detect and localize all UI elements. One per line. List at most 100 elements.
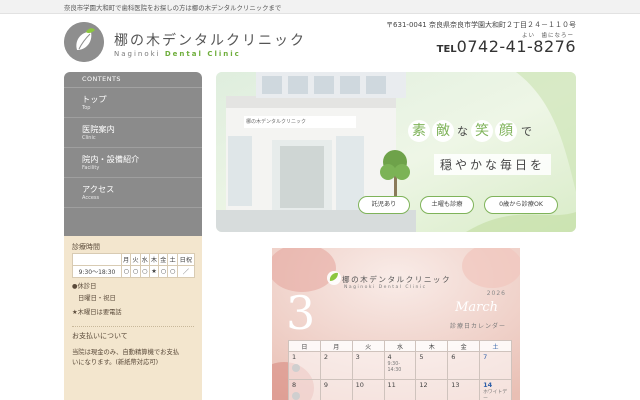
sidebar-item-access[interactable]: アクセス Access [64,178,202,208]
clinic-name-roman-1: Naginoki [114,50,161,58]
payment-title: お支払いについて [72,332,128,340]
nav-label: 院内・設備紹介 [82,154,140,164]
sidebar-item-top[interactable]: トップ Top [64,88,202,118]
site-tagline: 奈良市学園大和町で歯科医院をお探しの方は梛の木デンタルクリニックまで [64,4,282,12]
payment-text: 当院は現金のみ、自動精算機でお支払 いになります。(新紙幣対応可) [64,341,202,368]
thursday-note: ★木曜日は要電話 [72,309,122,316]
address-text: 奈良県奈良市学園大和町２丁目２４－１１０号 [429,21,576,29]
postal-code: 〒631-0041 [386,21,427,29]
sidebar: CONTENTS トップ Top 医院案内 Clinic 院内・設備紹介 Fac… [64,72,202,400]
calendar-day: 1 [288,351,321,380]
calendar-week-1: 1 2 3 4 9:30- 14:30 5 6 7 [288,351,512,380]
dow-mon: 月 [319,340,353,352]
hours-panel: 診療時間 月 火 水 木 金 土 日祝 9:30～18:30 ○ ○ ○ ★ ○… [64,236,202,400]
calendar-logo: 梛の木デンタルクリニック [342,275,452,284]
closed-dot-icon [292,392,300,400]
hero-banner: 梛の木デンタルクリニック 素敵な笑顔で 穏やかな毎日を 託児あり 土曜も診療 0… [216,72,576,232]
calendar-day: 10 [351,379,385,400]
site-logo[interactable]: 梛の木デンタルクリニック Naginoki Dental Clinic [64,20,324,66]
badge-saturday: 土曜も診療 [420,196,474,214]
day-number: 4 [387,353,392,361]
calendar-day: 5 [415,351,449,380]
hours-title: 診療時間 [72,243,100,251]
dow-sat: 土 [479,340,512,352]
nav-label: 医院案内 [82,124,115,134]
dow-wed: 水 [383,340,417,352]
hours-row: 9:30～18:30 ○ ○ ○ ★ ○ ○ ／ [72,265,196,278]
day-header: 水 [139,253,150,266]
nav-label: アクセス [82,184,115,194]
calendar-dow-row: 日 月 火 水 木 金 土 [288,340,512,352]
hours-header-row: 月 火 水 木 金 土 日祝 [72,253,196,266]
nav-label: トップ [82,94,107,104]
hours-mark: ○ [139,265,150,278]
calendar-month-name: March [455,300,498,315]
sidebar-item-facility[interactable]: 院内・設備紹介 Facility [64,148,202,178]
calendar-grid: 日 月 火 水 木 金 土 1 2 3 4 9:30- 14:30 5 6 7 8… [288,340,512,400]
day-number: 1 [292,353,297,361]
hero-catch-line-1: 素敵な笑顔で [408,120,568,146]
day-number: 12 [419,381,428,389]
day-note: 9:30- 14:30 [387,362,402,373]
catch-char: 敵 [432,120,454,142]
day-header: 月 [120,253,132,266]
dow-sun: 日 [288,340,321,352]
dow-thu: 木 [415,340,449,352]
catch-char: な [457,124,468,138]
day-header: 金 [158,253,169,266]
dow-tue: 火 [351,340,385,352]
day-number: 10 [355,381,364,389]
catch-char: 素 [408,120,430,142]
day-number: 9 [323,381,328,389]
day-number: 14 [483,381,493,389]
contact-info: 〒631-0041 奈良県奈良市学園大和町２丁目２４－１１０号 よい 歯になろー… [336,20,576,56]
phone-label: TEL [436,44,457,55]
day-header: 日祝 [176,253,196,266]
calendar-week-2: 8 9 10 11 12 13 14 ホワイトデー [288,379,512,400]
badge-childcare: 託児あり [358,196,410,214]
calendar-day: 14 ホワイトデー [479,379,512,400]
hours-mark: ○ [167,265,178,278]
nav-sublabel: Top [82,105,91,111]
payment-line-2: いになります。(新紙幣対応可) [72,359,159,366]
calendar-subtitle: 診療日カレンダー [449,323,506,330]
day-header: 木 [148,253,160,266]
calendar-day: 7 [479,351,512,380]
calendar-day: 3 [351,351,385,380]
day-note: ホワイトデー [483,390,508,400]
hours-mark: ／ [176,265,196,278]
dow-fri: 金 [447,340,481,352]
hours-mark: ○ [120,265,132,278]
hours-table: 月 火 水 木 金 土 日祝 9:30～18:30 ○ ○ ○ ★ ○ ○ ／ [72,253,196,278]
calendar-month-number: 3 [286,286,316,340]
day-header: 火 [130,253,141,266]
day-number: 2 [323,353,328,361]
hours-mark: ○ [130,265,141,278]
top-strip: 奈良市学園大和町で歯科医院をお探しの方は梛の木デンタルクリニックまで [0,0,640,14]
clinic-name: 梛の木デンタルクリニック [114,33,306,49]
closed-heading: ●休診日 [72,283,97,290]
calendar-day: 9 [319,379,353,400]
clinic-address: 〒631-0041 奈良県奈良市学園大和町２丁目２４－１１０号 [336,20,576,30]
phone-number-link[interactable]: TEL0742-41-8276 [437,37,576,56]
clinic-name-roman-2: Dental Clinic [164,50,241,58]
calendar-day: 12 [415,379,449,400]
clinic-name-roman: Naginoki Dental Clinic [114,50,241,58]
calendar-day: 13 [447,379,481,400]
day-number: 11 [387,381,396,389]
calendar-day: 8 [288,379,321,400]
closed-dot-icon [292,364,300,372]
hours-corner [72,253,122,266]
day-number: 5 [419,353,424,361]
calendar-year: 2026 [486,290,506,297]
calendar-day: 4 9:30- 14:30 [383,351,417,380]
hours-mark: ★ [148,265,160,278]
logo-leaf-icon [64,22,104,62]
nav-sublabel: Facility [82,165,100,171]
hours-mark: ○ [158,265,169,278]
day-number: 6 [451,353,456,361]
sidebar-item-clinic[interactable]: 医院案内 Clinic [64,118,202,148]
building-sign: 梛の木デンタルクリニック [246,119,307,125]
day-number: 3 [355,353,360,361]
calendar-logo-sub: Naginoki Dental Clinic [344,285,427,290]
